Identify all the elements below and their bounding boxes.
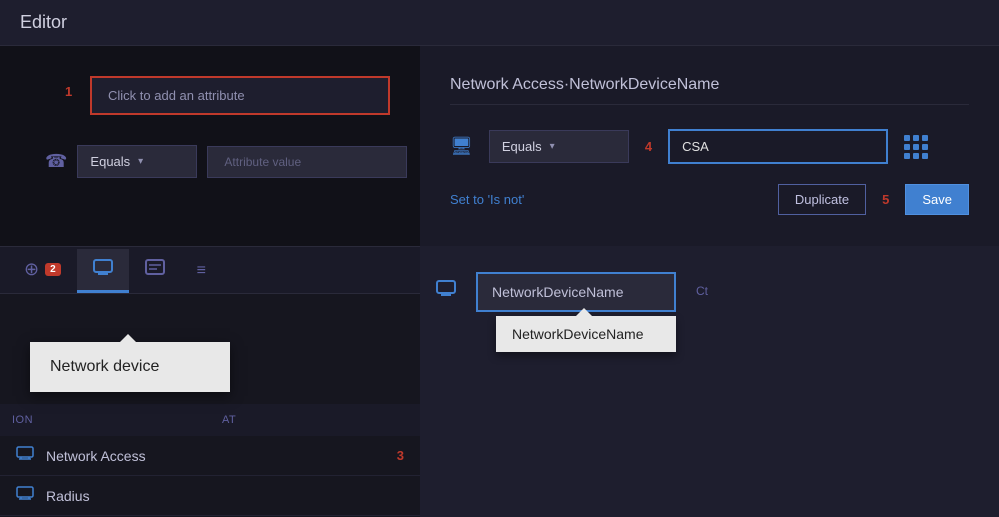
badge-4: 4 xyxy=(645,139,652,154)
save-button[interactable]: Save xyxy=(905,184,969,215)
editor-container: Editor 1 Click to add an attribute ☎ Equ… xyxy=(0,0,999,517)
right-equals-dropdown[interactable]: Equals ▾ xyxy=(489,130,629,163)
attribute-value-placeholder: Attribute value xyxy=(224,155,301,169)
list-item-network-access[interactable]: Network Access 3 xyxy=(0,436,420,476)
network-access-label: Network Access xyxy=(46,448,385,464)
network-access-title: Network Access·NetworkDeviceName xyxy=(450,76,969,105)
col-header-at: At xyxy=(210,408,420,432)
radius-icon xyxy=(16,486,34,505)
badge-1: 1 xyxy=(65,84,72,99)
left-bottom-panel: ⊕ 2 xyxy=(0,246,420,517)
badge-5: 5 xyxy=(882,192,889,207)
device-option-arrow xyxy=(576,308,592,316)
chevron-down-icon: ▾ xyxy=(138,156,143,167)
list-items: Network Access 3 Radius xyxy=(0,436,420,517)
bottom-section: ⊕ 2 xyxy=(0,246,999,517)
monitor-icon: 🖥 xyxy=(450,136,473,157)
tab-row: ⊕ 2 xyxy=(0,246,420,294)
duplicate-button[interactable]: Duplicate xyxy=(778,184,866,215)
condition-row: ☎ Equals ▾ Attribute value xyxy=(80,145,420,178)
right-chevron-icon: ▾ xyxy=(550,141,555,152)
editor-title: Editor xyxy=(20,12,67,32)
tab-id-card[interactable] xyxy=(129,249,181,293)
right-bottom-panel: NetworkDeviceName NetworkDeviceName Ct xyxy=(420,246,999,517)
csa-input[interactable] xyxy=(668,129,888,164)
set-is-not-link[interactable]: Set to 'Is not' xyxy=(450,192,524,207)
top-left-panel: 1 Click to add an attribute ☎ Equals ▾ A… xyxy=(0,46,420,246)
list-icon: ≡ xyxy=(197,262,206,280)
top-section: 1 Click to add an attribute ☎ Equals ▾ A… xyxy=(0,46,999,246)
list-item-radius[interactable]: Radius xyxy=(0,476,420,516)
globe-icon: ⊕ xyxy=(24,259,39,280)
phone-icon: ☎ xyxy=(45,151,67,172)
tab-badge-2: 2 xyxy=(45,263,61,276)
attribute-value-field[interactable]: Attribute value xyxy=(207,146,407,178)
tab-list[interactable]: ≡ xyxy=(181,252,222,293)
right-equals-label: Equals xyxy=(502,139,542,154)
editor-header: Editor xyxy=(0,0,999,46)
equals-dropdown[interactable]: Equals ▾ xyxy=(77,145,197,178)
equals-label: Equals xyxy=(90,154,130,169)
right-bottom-monitor-icon xyxy=(436,280,456,301)
add-attribute-input[interactable]: Click to add an attribute xyxy=(90,76,390,115)
right-actions-row: Set to 'Is not' Duplicate 5 Save xyxy=(450,184,969,215)
device-name-label: NetworkDeviceName xyxy=(492,284,623,300)
col-ct-text: Ct xyxy=(696,284,708,298)
device-name-dropdown[interactable]: NetworkDeviceName xyxy=(476,272,676,312)
tab-globe[interactable]: ⊕ 2 xyxy=(8,249,77,293)
device-name-option[interactable]: NetworkDeviceName xyxy=(496,316,676,352)
network-access-icon xyxy=(16,446,34,465)
col-header-ion: ion xyxy=(0,408,210,432)
right-condition-row: 🖥 Equals ▾ 4 xyxy=(450,129,969,164)
device-option-text: NetworkDeviceName xyxy=(512,326,643,342)
grid-icon[interactable] xyxy=(904,135,928,159)
id-card-icon xyxy=(145,259,165,280)
add-attribute-text: Click to add an attribute xyxy=(108,88,245,103)
tab-monitor[interactable] xyxy=(77,249,129,293)
device-name-container: NetworkDeviceName NetworkDeviceName xyxy=(476,272,676,312)
tooltip-network-device: Network device xyxy=(30,342,230,392)
monitor-tab-icon xyxy=(93,259,113,280)
list-badge-3: 3 xyxy=(397,448,404,463)
column-headers: ion At xyxy=(0,404,420,436)
tooltip-label: Network device xyxy=(50,358,159,375)
top-right-panel: Network Access·NetworkDeviceName 🖥 Equal… xyxy=(420,46,999,246)
tooltip-arrow xyxy=(120,334,136,342)
radius-label: Radius xyxy=(46,488,404,504)
